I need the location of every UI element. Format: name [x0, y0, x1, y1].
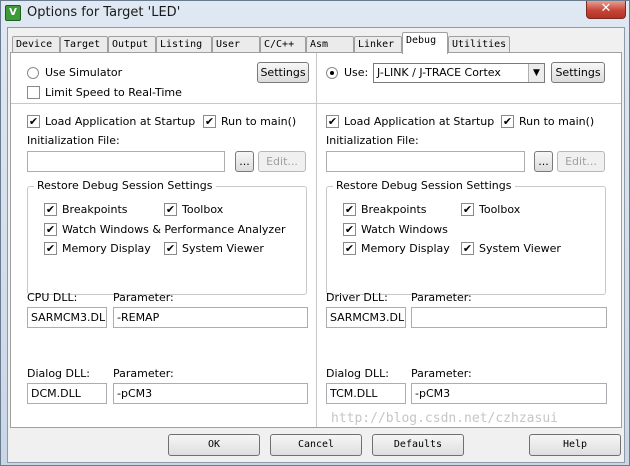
- tab-target[interactable]: Target: [60, 36, 108, 53]
- debug-driver-value: J-LINK / J-TRACE Cortex: [377, 66, 501, 79]
- right-toolbox-label: Toolbox: [479, 203, 521, 216]
- left-init-file-input[interactable]: [27, 151, 225, 172]
- help-button[interactable]: Help: [529, 434, 621, 456]
- tab-c-cpp[interactable]: C/C++: [260, 36, 306, 53]
- driver-dll-param-input[interactable]: [411, 307, 607, 328]
- left-watch-checkbox[interactable]: ✔: [44, 223, 57, 236]
- limit-speed-label: Limit Speed to Real-Time: [45, 86, 182, 99]
- limit-speed-checkbox[interactable]: [27, 86, 40, 99]
- right-breakpoints-label: Breakpoints: [361, 203, 427, 216]
- right-browse-button[interactable]: ...: [534, 151, 553, 172]
- left-run-to-main-checkbox[interactable]: ✔: [203, 115, 216, 128]
- right-load-app-label: Load Application at Startup: [344, 115, 495, 128]
- close-icon[interactable]: ✕: [586, 1, 626, 19]
- right-edit-button[interactable]: Edit...: [557, 151, 605, 172]
- left-browse-button[interactable]: ...: [235, 151, 254, 172]
- title-bar: V Options for Target 'LED' ✕: [1, 1, 629, 27]
- tab-asm[interactable]: Asm: [306, 36, 354, 53]
- right-dialog-param-label: Parameter:: [411, 367, 472, 380]
- left-memory-label: Memory Display: [62, 242, 151, 255]
- right-separator: [317, 103, 621, 104]
- cpu-dll-label: CPU DLL:: [27, 291, 78, 304]
- tab-debug[interactable]: Debug: [402, 32, 448, 54]
- right-init-file-input[interactable]: [326, 151, 525, 172]
- dialog-client: Device Target Output Listing User C/C++ …: [7, 27, 625, 463]
- left-breakpoints-label: Breakpoints: [62, 203, 128, 216]
- left-separator: [11, 103, 316, 104]
- right-load-app-checkbox[interactable]: ✔: [326, 115, 339, 128]
- tab-device[interactable]: Device: [12, 36, 60, 53]
- driver-settings-button[interactable]: Settings: [551, 62, 605, 83]
- right-breakpoints-checkbox[interactable]: ✔: [343, 203, 356, 216]
- right-memory-checkbox[interactable]: ✔: [343, 242, 356, 255]
- right-toolbox-checkbox[interactable]: ✔: [461, 203, 474, 216]
- tab-user[interactable]: User: [212, 36, 260, 53]
- right-restore-title: Restore Debug Session Settings: [333, 179, 515, 192]
- use-driver-radio[interactable]: [326, 67, 338, 79]
- cancel-button[interactable]: Cancel: [270, 434, 362, 456]
- left-restore-title: Restore Debug Session Settings: [34, 179, 216, 192]
- left-dialog-param-label: Parameter:: [113, 367, 174, 380]
- left-dialog-dll-label: Dialog DLL:: [27, 367, 90, 380]
- debug-panel: Use Simulator Limit Speed to Real-Time S…: [10, 52, 622, 428]
- tab-listing[interactable]: Listing: [156, 36, 212, 53]
- tab-utilities[interactable]: Utilities: [448, 36, 510, 53]
- cpu-dll-param-input[interactable]: -REMAP: [113, 307, 308, 328]
- window-title: Options for Target 'LED': [27, 5, 181, 20]
- watermark: http://blog.csdn.net/czhzasui: [331, 411, 558, 426]
- right-dialog-dll-label: Dialog DLL:: [326, 367, 389, 380]
- options-dialog: V Options for Target 'LED' ✕ Device Targ…: [0, 0, 630, 466]
- left-edit-button[interactable]: Edit...: [258, 151, 306, 172]
- left-dialog-param-input[interactable]: -pCM3: [113, 383, 308, 404]
- left-init-file-label: Initialization File:: [27, 134, 120, 147]
- right-run-to-main-label: Run to main(): [519, 115, 595, 128]
- debug-driver-select[interactable]: J-LINK / J-TRACE Cortex ▼: [373, 63, 545, 83]
- right-init-file-label: Initialization File:: [326, 134, 419, 147]
- use-driver-label: Use:: [344, 66, 369, 79]
- cpu-dll-input[interactable]: SARMCM3.DLL: [27, 307, 107, 328]
- chevron-down-icon[interactable]: ▼: [528, 64, 544, 82]
- right-system-viewer-label: System Viewer: [479, 242, 561, 255]
- panel-divider: [316, 53, 317, 427]
- left-load-app-checkbox[interactable]: ✔: [27, 115, 40, 128]
- driver-dll-param-label: Parameter:: [411, 291, 472, 304]
- driver-dll-label: Driver DLL:: [326, 291, 388, 304]
- defaults-button[interactable]: Defaults: [372, 434, 464, 456]
- left-system-viewer-checkbox[interactable]: ✔: [164, 242, 177, 255]
- left-toolbox-label: Toolbox: [182, 203, 224, 216]
- driver-dll-input[interactable]: SARMCM3.DLL: [326, 307, 406, 328]
- use-simulator-radio[interactable]: [27, 67, 39, 79]
- left-memory-checkbox[interactable]: ✔: [44, 242, 57, 255]
- right-dialog-dll-input[interactable]: TCM.DLL: [326, 383, 406, 404]
- right-memory-label: Memory Display: [361, 242, 450, 255]
- use-simulator-label: Use Simulator: [45, 66, 123, 79]
- right-system-viewer-checkbox[interactable]: ✔: [461, 242, 474, 255]
- simulator-settings-button[interactable]: Settings: [257, 62, 309, 83]
- left-breakpoints-checkbox[interactable]: ✔: [44, 203, 57, 216]
- cpu-dll-param-label: Parameter:: [113, 291, 174, 304]
- right-dialog-param-input[interactable]: -pCM3: [411, 383, 607, 404]
- left-watch-label: Watch Windows & Performance Analyzer: [62, 223, 286, 236]
- left-system-viewer-label: System Viewer: [182, 242, 264, 255]
- left-run-to-main-label: Run to main(): [221, 115, 297, 128]
- tab-output[interactable]: Output: [108, 36, 156, 53]
- right-run-to-main-checkbox[interactable]: ✔: [501, 115, 514, 128]
- tab-linker[interactable]: Linker: [354, 36, 402, 53]
- left-toolbox-checkbox[interactable]: ✔: [164, 203, 177, 216]
- right-watch-label: Watch Windows: [361, 223, 448, 236]
- left-dialog-dll-input[interactable]: DCM.DLL: [27, 383, 107, 404]
- right-watch-checkbox[interactable]: ✔: [343, 223, 356, 236]
- uvision-icon: V: [5, 5, 21, 21]
- left-load-app-label: Load Application at Startup: [45, 115, 196, 128]
- ok-button[interactable]: OK: [168, 434, 260, 456]
